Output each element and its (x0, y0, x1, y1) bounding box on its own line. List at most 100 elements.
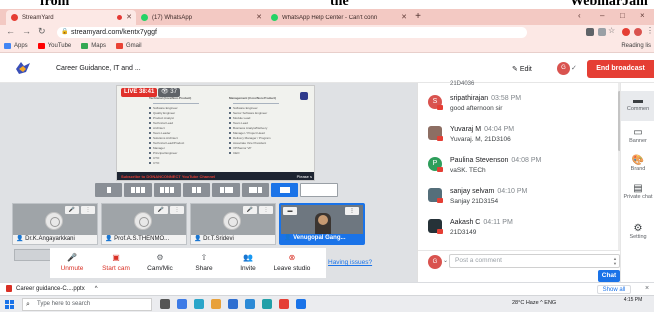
close-tab-icon[interactable]: ✕ (401, 13, 407, 21)
new-tab-button[interactable]: + (411, 10, 425, 25)
chat-message[interactable]: Aakash C 04:11 PM 21D3149 (428, 217, 616, 242)
guest-tile[interactable]: 🎤 ⋮ 👤 Dr.K.Angayarkkani (12, 203, 98, 245)
maximize-icon[interactable]: □ (620, 11, 625, 20)
layout-fullscreen[interactable] (300, 183, 338, 197)
more-icon[interactable]: ⋮ (345, 207, 359, 215)
message-author: sripathirajan 03:58 PM (450, 95, 521, 102)
studio-canvas: Technical (Core/Non-Product) Software En… (0, 83, 417, 282)
mic-muted-icon[interactable]: 🎤 (154, 206, 168, 214)
end-broadcast-button[interactable]: End broadcast (587, 60, 654, 78)
rail-banners[interactable]: ▭ Banner (621, 127, 654, 144)
taskbar-app-icon[interactable] (211, 299, 221, 309)
close-tab-icon[interactable]: ✕ (126, 13, 132, 21)
taskbar-app-icon[interactable] (262, 299, 272, 309)
tab-search-icon[interactable]: ‹ (578, 11, 581, 20)
layout-screen-selected[interactable] (271, 183, 299, 197)
self-view-preview[interactable] (14, 249, 54, 261)
chat-message[interactable]: P Paulina Stevenson 04:08 PM vaSK. TECh (428, 155, 616, 180)
forward-icon[interactable]: → (22, 26, 31, 36)
edit-button[interactable]: ✎ Edit (512, 65, 532, 73)
layout-side[interactable] (241, 183, 270, 197)
system-tray[interactable]: 28°C Haze ^ ENG (512, 300, 556, 306)
bookmark-maps[interactable]: Maps (81, 43, 106, 49)
rail-brand[interactable]: 🎨 Brand (621, 155, 654, 172)
gear-icon: ⚙ (633, 223, 643, 234)
post-comment-input[interactable]: Post a comment ▲ ▼ (449, 254, 620, 268)
broadcast-title[interactable]: Career Guidance, IT and ... (56, 65, 141, 72)
rail-private-chat[interactable]: ▤ Private chat (621, 183, 654, 200)
tab-whatsapp[interactable]: (17) WhatsApp ✕ (136, 10, 266, 25)
more-icon[interactable]: ⋮ (170, 206, 184, 214)
chat-message[interactable]: Ssripathirajan 03:58 PM good afternoon sir (428, 93, 616, 118)
author-name: Paulina Stevenson (450, 157, 509, 164)
rail-settings[interactable]: ⚙ Setting (621, 223, 654, 240)
invite-button[interactable]: 👥 Invite (226, 248, 270, 278)
bookmark-youtube[interactable]: YouTube (37, 43, 71, 49)
destination-avatar[interactable]: G (557, 62, 570, 75)
having-issues-link[interactable]: Having issues? (328, 259, 372, 266)
author-name: Yuvaraj M (450, 126, 482, 133)
taskbar-app-icon[interactable] (228, 299, 238, 309)
studio-controls: 🎤 Unmute ▣ Start cam ⚙ Cam/Mic ⇧ Share 👥… (50, 248, 326, 278)
taskbar-app-icon[interactable] (296, 299, 306, 309)
chat-message[interactable]: sanjay selvam 04:10 PM Sanjay 21D3154 (428, 186, 616, 211)
layout-group[interactable] (124, 183, 152, 197)
extension-icon[interactable] (622, 28, 630, 36)
unmute-button[interactable]: 🎤 Unmute (50, 248, 94, 278)
chevron-up-icon[interactable]: ^ (95, 286, 98, 292)
layout-leader[interactable] (183, 183, 211, 197)
mic-muted-icon[interactable]: 🎤 (243, 206, 257, 214)
windows-start-icon[interactable] (5, 300, 14, 309)
chat-send-button[interactable]: Chat (598, 270, 620, 282)
minimize-icon[interactable]: – (600, 11, 604, 20)
leave-studio-button[interactable]: ⊗ Leave studio (270, 248, 314, 278)
camera-off-icon: ▣ (112, 253, 120, 262)
chat-message[interactable]: Yuvaraj M 04:04 PM Yuvaraj. M, 21D3106 (428, 124, 616, 149)
remove-from-stage-icon[interactable]: ▬ (283, 207, 297, 215)
taskbar-app-icon[interactable] (194, 299, 204, 309)
palette-icon: 🎨 (631, 155, 645, 166)
close-tab-icon[interactable]: ✕ (256, 13, 262, 21)
rail-comments[interactable]: ▬ Commen (621, 91, 654, 121)
layout-group-large[interactable] (153, 183, 182, 197)
download-item[interactable]: Career guidance-C....pptx ^ (6, 285, 98, 292)
profile-icon[interactable] (634, 28, 642, 36)
broadcast-stage[interactable]: Technical (Core/Non-Product) Software En… (116, 85, 315, 181)
window-close-icon[interactable]: × (640, 11, 645, 20)
close-icon[interactable]: × (645, 285, 649, 292)
guest-tile[interactable]: 🎤 ⋮ 👤 Dr.T.Sridevi (190, 203, 276, 245)
clock[interactable]: 4:15 PM (618, 297, 648, 304)
start-cam-button[interactable]: ▣ Start cam (94, 248, 138, 278)
bookmark-gmail[interactable]: Gmail (115, 43, 142, 49)
layout-thin[interactable] (212, 183, 240, 197)
taskbar-search-input[interactable]: ⌕ Type here to search (22, 298, 152, 311)
comment-icon: ▬ (633, 95, 643, 106)
guest-tile-on-stage[interactable]: ▬ ⋮ 👤 Venugopal Gang... (279, 203, 365, 245)
bookmark-apps[interactable]: Apps (4, 43, 28, 49)
layout-solo[interactable] (95, 183, 123, 197)
more-icon[interactable]: ⋮ (259, 206, 273, 214)
taskbar-app-icon[interactable] (160, 299, 170, 309)
share-icon[interactable] (598, 28, 606, 36)
taskbar-app-icon[interactable] (245, 299, 255, 309)
star-icon[interactable]: ☆ (608, 26, 615, 35)
back-icon[interactable]: ← (6, 26, 15, 36)
show-all-button[interactable]: Show all (597, 285, 631, 294)
tab-streamyard[interactable]: StreamYard ✕ (6, 10, 136, 25)
share-screen-button[interactable]: ⇧ Share (182, 248, 226, 278)
chevron-down-icon[interactable]: ⌄ (443, 257, 448, 264)
menu-kebab-icon[interactable]: ⋮ (646, 26, 654, 35)
more-icon[interactable]: ⋮ (81, 206, 95, 214)
camera-permission-icon[interactable] (586, 28, 594, 36)
taskbar-app-icon[interactable] (177, 299, 187, 309)
guest-tile[interactable]: 🎤 ⋮ 👤 Prof.A.S.THENMO... (101, 203, 187, 245)
composer-avatar[interactable]: G (428, 255, 442, 269)
chat-top-fragment: 21D4036 (450, 81, 475, 87)
reading-list[interactable]: Reading lis (621, 43, 651, 49)
mic-muted-icon[interactable]: 🎤 (65, 206, 79, 214)
reload-icon[interactable]: ↻ (38, 26, 46, 37)
tab-whatsapp-help[interactable]: WhatsApp Help Center - Can't conn ✕ (266, 10, 411, 25)
address-bar[interactable]: 🔒 streamyard.com/kentx7yggf (57, 27, 527, 38)
taskbar-app-icon[interactable] (279, 299, 289, 309)
cam-mic-settings-button[interactable]: ⚙ Cam/Mic (138, 248, 182, 278)
